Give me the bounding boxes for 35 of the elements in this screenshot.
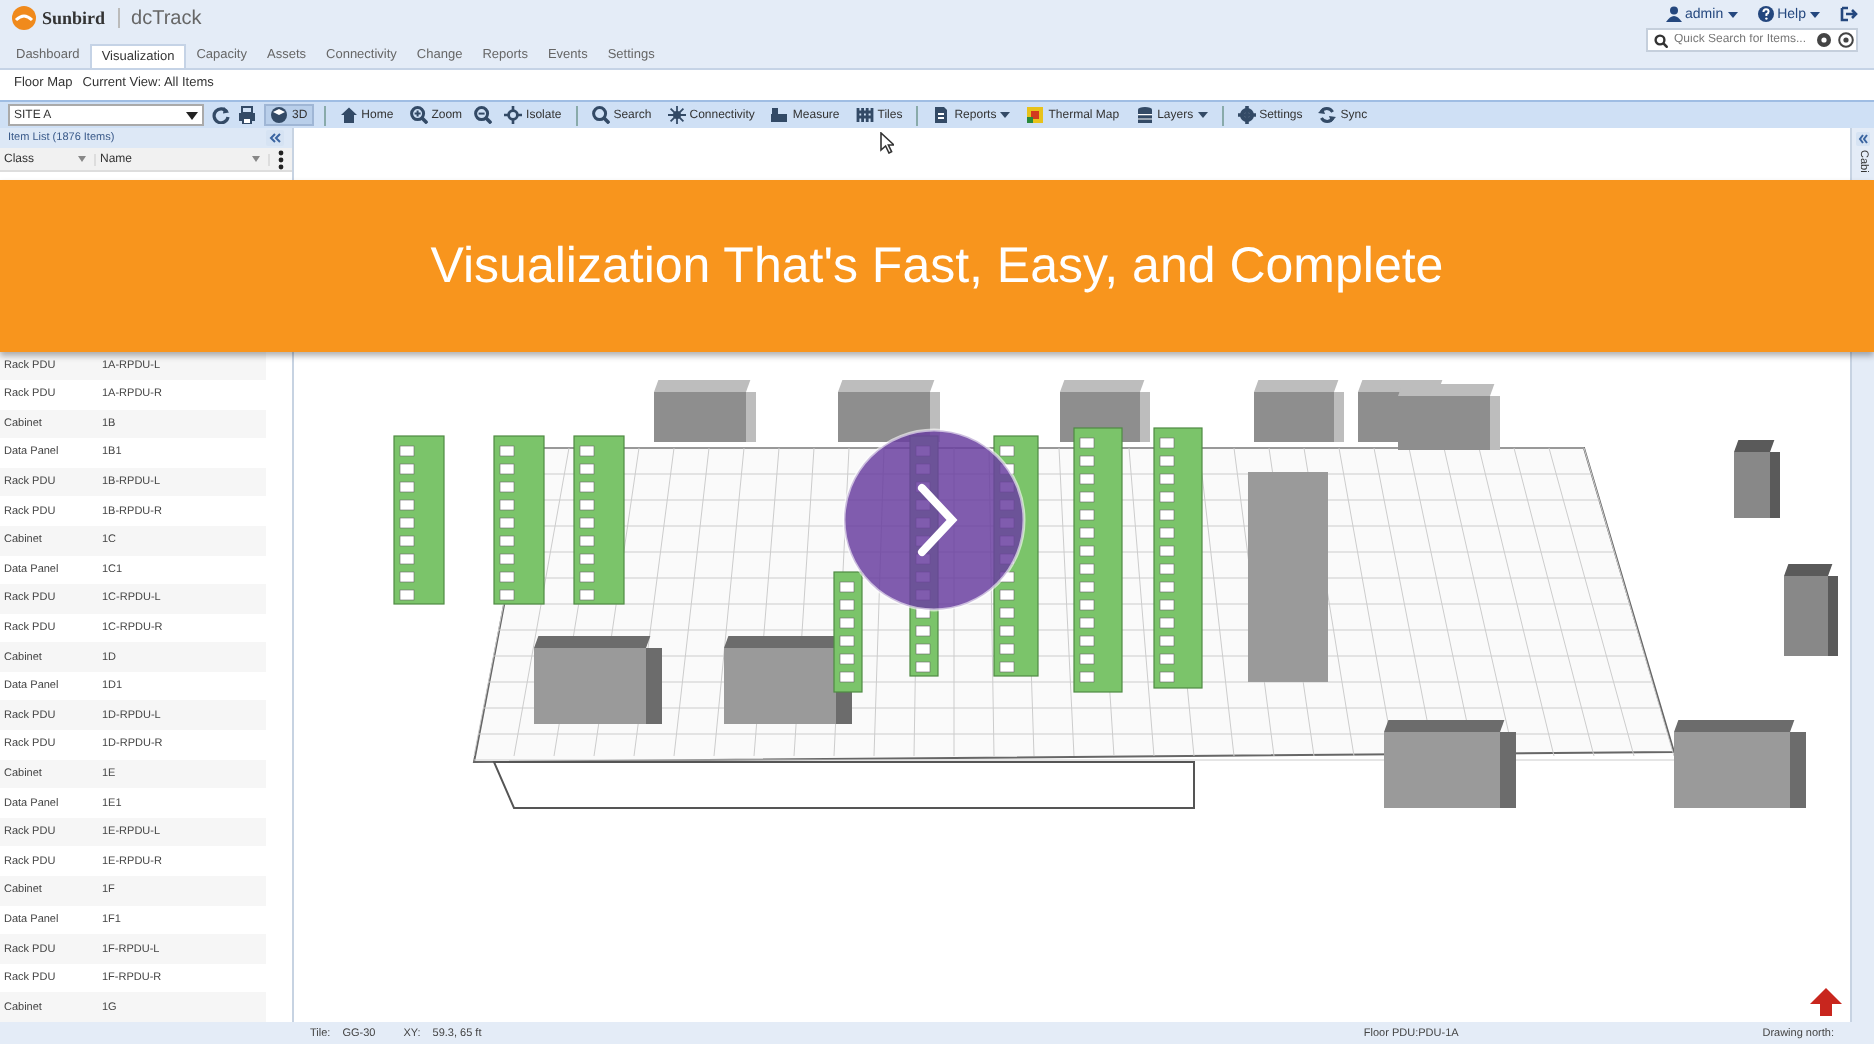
grid-icon [855,106,874,124]
help-icon [1838,32,1854,48]
caret-icon [1727,11,1738,17]
refresh-icon [212,106,230,124]
heatmap-icon [1026,106,1045,124]
sun-logo-icon [12,6,36,30]
logout-icon [1840,6,1858,22]
caret-icon [1810,11,1820,17]
settings-icon [1237,106,1256,124]
expand-icon [1856,132,1870,146]
crosshair-icon [504,106,523,124]
up-arrow-icon [1810,988,1842,1016]
help-icon [1757,6,1774,22]
cube-icon [270,106,288,124]
search-icon [1654,33,1668,47]
caret-icon [252,156,260,163]
caret-icon [78,156,86,163]
database-icon [1135,106,1154,124]
zoom-in-icon [409,106,428,124]
brand-name: Sunbird [42,8,120,28]
banner-title: Visualization That's Fast, Easy, and Complete [430,237,1444,295]
play-button[interactable] [842,428,1026,612]
search-icon [591,106,610,124]
more-icon [278,149,284,170]
product-name: dcTrack [129,7,202,29]
zoom-out-icon [474,106,493,124]
caret-icon [186,111,198,119]
document-icon [932,106,951,124]
settings-icon [1816,32,1832,48]
print-icon [238,106,256,124]
user-icon [1665,6,1682,22]
home-icon [339,106,358,124]
sync-icon [1318,106,1337,124]
tape-icon [770,106,789,124]
burst-icon [667,106,686,124]
